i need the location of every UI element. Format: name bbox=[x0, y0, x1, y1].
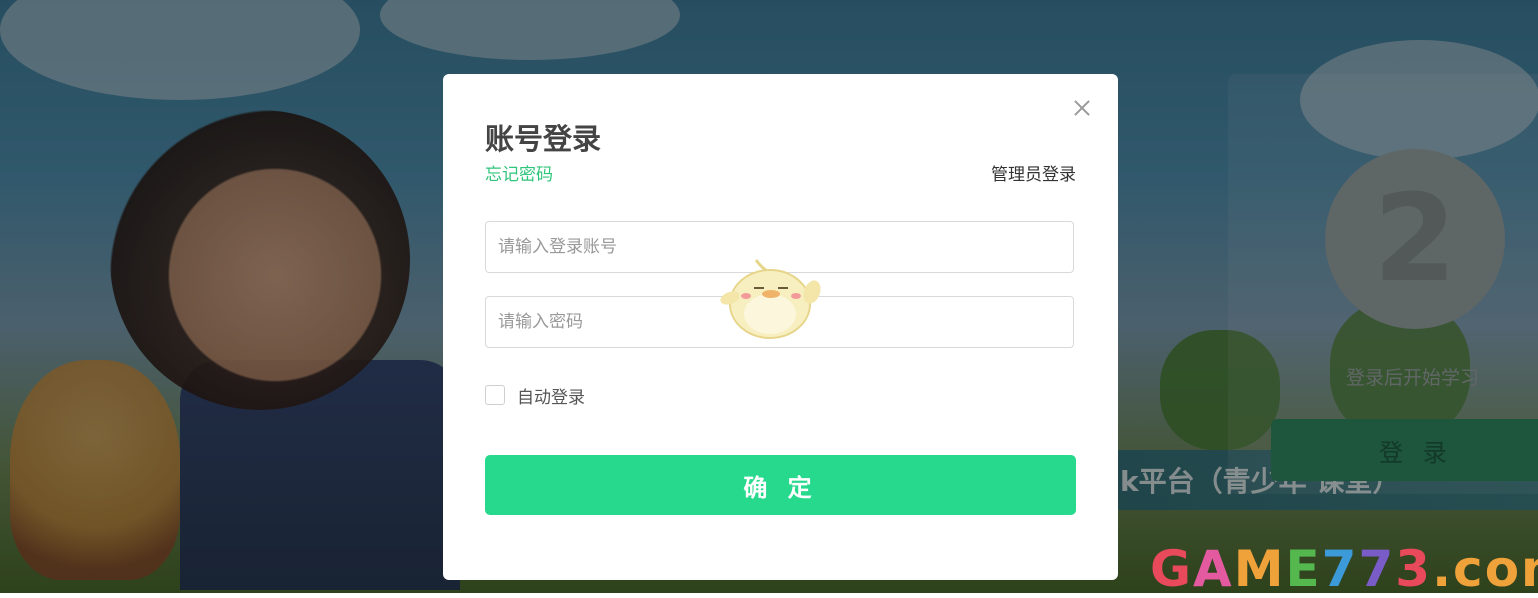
auto-login-checkbox[interactable] bbox=[485, 385, 505, 405]
watermark-letter: 7 bbox=[1321, 540, 1359, 598]
modal-title: 账号登录 bbox=[485, 122, 602, 156]
watermark-letter: A bbox=[1193, 540, 1234, 598]
watermark-letter: 7 bbox=[1358, 540, 1396, 598]
forgot-password-link[interactable]: 忘记密码 bbox=[485, 160, 553, 185]
watermark-letter: G bbox=[1150, 540, 1194, 598]
close-icon[interactable] bbox=[1070, 96, 1094, 120]
watermark-letter: 3 bbox=[1395, 540, 1433, 598]
watermark-letter: .com bbox=[1432, 540, 1538, 598]
chick-mascot-icon bbox=[720, 259, 821, 339]
admin-login-link[interactable]: 管理员登录 bbox=[991, 160, 1076, 185]
game773-watermark-logo: GAME773.com bbox=[1150, 540, 1538, 598]
watermark-letter: E bbox=[1285, 540, 1322, 598]
auto-login-row: 自动登录 bbox=[485, 384, 585, 408]
confirm-button[interactable]: 确 定 bbox=[485, 455, 1076, 515]
watermark-letter: M bbox=[1233, 540, 1286, 598]
auto-login-label: 自动登录 bbox=[517, 387, 585, 408]
